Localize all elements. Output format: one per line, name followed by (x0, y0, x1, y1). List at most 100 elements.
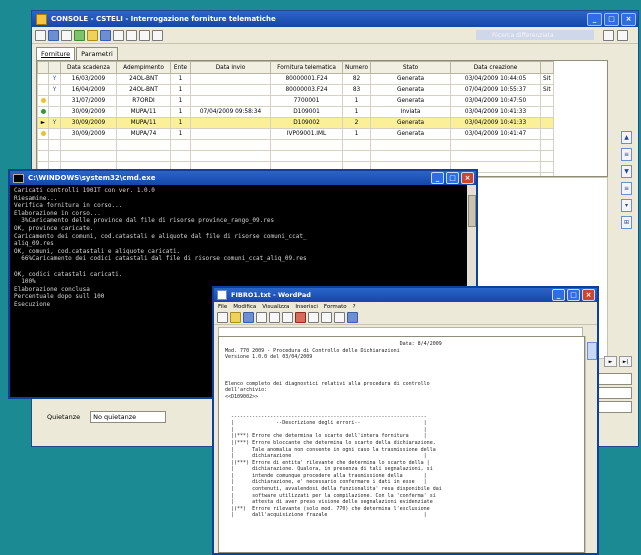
wp-undo-icon[interactable] (334, 312, 345, 323)
exit-icon[interactable] (617, 30, 628, 41)
wp-save-icon[interactable] (243, 312, 254, 323)
table-cell[interactable] (190, 73, 271, 85)
table-cell[interactable]: 16/03/2009 (60, 73, 117, 85)
move-top-icon[interactable]: ≡ (621, 148, 632, 161)
nav-next-icon[interactable]: ► (604, 356, 617, 367)
quietanze-field[interactable]: No quietanze (90, 411, 167, 423)
table-cell[interactable]: 80000001.F24 (270, 73, 343, 85)
table-cell[interactable]: 31/07/2009 (60, 95, 117, 107)
refresh-icon[interactable] (74, 29, 85, 41)
col-ente[interactable]: Ente (170, 61, 191, 74)
table-cell[interactable]: 1 (341, 106, 372, 118)
table-cell[interactable]: 1 (170, 84, 191, 96)
table-cell[interactable]: 2 (341, 117, 372, 129)
table-cell[interactable] (190, 128, 271, 140)
wp-print-icon[interactable] (256, 312, 267, 323)
table-cell[interactable]: 7700001 (270, 95, 343, 107)
table-cell[interactable]: 1 (170, 73, 191, 85)
table-row[interactable]: ► Y 30/09/2009 MUPA/11 1 D109002 2 Generata 03/0… (37, 117, 554, 129)
table-cell[interactable]: Generata (370, 128, 452, 140)
table-cell[interactable]: 1 (170, 106, 191, 118)
table-cell[interactable]: MUPA/74 (116, 128, 171, 140)
table-cell[interactable]: 82 (341, 73, 372, 85)
menu-visualizza[interactable]: Visualizza (262, 304, 289, 310)
table-row[interactable]: 31/07/2009 R7ORDI 1 7700001 1 Generata 03/04/2… (37, 95, 554, 107)
menu-file[interactable]: File (218, 304, 227, 310)
wp-paste-icon[interactable] (321, 312, 332, 323)
col-adempimento[interactable]: Adempimento (116, 61, 171, 74)
table-row[interactable]: Y 16/03/2009 24OL-BNT 1 80000001.F24 82 Genera… (37, 73, 554, 85)
table-cell[interactable]: IVP09001.IML (270, 128, 343, 140)
table-cell[interactable]: 30/09/2009 (60, 128, 117, 140)
col-stato[interactable]: Stato (370, 61, 452, 74)
print-icon[interactable] (87, 29, 98, 41)
search-icon[interactable] (100, 29, 111, 41)
wp-find-icon[interactable] (282, 312, 293, 323)
table-cell[interactable]: 03/04/2009 10:41:47 (450, 128, 542, 140)
tab-parametri[interactable]: Parametri (76, 47, 118, 60)
new-doc-icon[interactable] (35, 29, 46, 41)
last-record-icon[interactable] (152, 29, 163, 41)
nav-last-icon[interactable]: ►| (619, 356, 632, 367)
wp-scrollbar[interactable] (585, 336, 597, 553)
help-icon[interactable] (603, 30, 614, 41)
table-cell[interactable]: 30/09/2009 (60, 117, 117, 129)
wp-cut-icon[interactable] (295, 312, 306, 323)
table-cell[interactable]: 16/04/2009 (60, 84, 117, 96)
table-cell[interactable]: D109002 (270, 117, 343, 129)
menu-inserisci[interactable]: Inserisci (295, 304, 318, 310)
table-cell[interactable]: 07/04/2009 10:55:37 (450, 84, 542, 96)
table-cell[interactable]: Inviata (370, 106, 452, 118)
table-cell[interactable]: 1 (170, 95, 191, 107)
wp-scroll-thumb[interactable] (587, 342, 597, 360)
save-icon[interactable] (61, 29, 72, 41)
table-row[interactable]: 30/09/2009 MUPA/74 1 IVP09001.IML 1 Generata 0… (37, 128, 554, 140)
sort-icon[interactable]: ⊞ (621, 216, 632, 229)
table-cell[interactable]: 30/09/2009 (60, 106, 117, 118)
wp-open-icon[interactable] (230, 312, 241, 323)
col-data-invio[interactable]: Data invio (190, 61, 271, 74)
table-cell[interactable] (190, 84, 271, 96)
maximize-button[interactable]: □ (604, 12, 619, 26)
menu-modifica[interactable]: Modifica (233, 304, 256, 310)
table-cell[interactable]: 1 (341, 128, 372, 140)
table-row[interactable]: Y 16/04/2009 24OL-BNT 1 80000003.F24 83 Genera… (37, 84, 554, 96)
table-cell[interactable]: 24OL-BNT (116, 84, 171, 96)
table-cell[interactable]: 03/04/2009 10:44:05 (450, 73, 542, 85)
wp-preview-icon[interactable] (269, 312, 280, 323)
move-bottom-icon[interactable]: ≡ (621, 182, 632, 195)
close-button[interactable]: × (621, 12, 636, 26)
col-data-creazione[interactable]: Data creazione (450, 61, 542, 74)
cmd-close-button[interactable]: × (461, 172, 474, 184)
table-cell[interactable]: D109001 (270, 106, 343, 118)
table-cell[interactable]: MUPA/11 (116, 117, 171, 129)
minimize-button[interactable]: _ (587, 12, 602, 26)
col-numero[interactable]: Numero (341, 61, 372, 74)
wp-minimize-button[interactable]: _ (552, 289, 565, 301)
table-cell[interactable]: R7ORDI (116, 95, 171, 107)
wp-new-icon[interactable] (217, 312, 228, 323)
table-cell[interactable]: 1 (170, 117, 191, 129)
col-data-scadenza[interactable]: Data scadenza (60, 61, 117, 74)
table-cell[interactable]: MUPA/11 (116, 106, 171, 118)
table-cell[interactable]: Generata (370, 117, 452, 129)
filter-icon[interactable]: ▾ (621, 199, 632, 212)
first-record-icon[interactable] (113, 29, 124, 41)
next-record-icon[interactable] (139, 29, 150, 41)
table-cell[interactable]: 83 (341, 84, 372, 96)
table-cell[interactable]: Generata (370, 73, 452, 85)
cmd-maximize-button[interactable]: □ (446, 172, 459, 184)
wordpad-document[interactable]: Data: 8/4/2009 Mod. 770 2009 - Procedura… (218, 336, 585, 553)
tab-forniture[interactable]: Forniture (36, 47, 76, 60)
cmd-scroll-thumb[interactable] (468, 195, 476, 227)
table-cell[interactable] (190, 117, 271, 129)
wp-close-button[interactable]: × (582, 289, 595, 301)
open-icon[interactable] (48, 29, 59, 41)
wp-copy-icon[interactable] (308, 312, 319, 323)
search-bar[interactable]: Ricerca differenziata (476, 30, 594, 40)
menu-formato[interactable]: Formato (324, 304, 347, 310)
wp-date-icon[interactable] (347, 312, 358, 323)
table-cell[interactable]: 03/04/2009 10:41:33 (450, 117, 542, 129)
prev-record-icon[interactable] (126, 29, 137, 41)
table-cell[interactable]: 1 (170, 128, 191, 140)
